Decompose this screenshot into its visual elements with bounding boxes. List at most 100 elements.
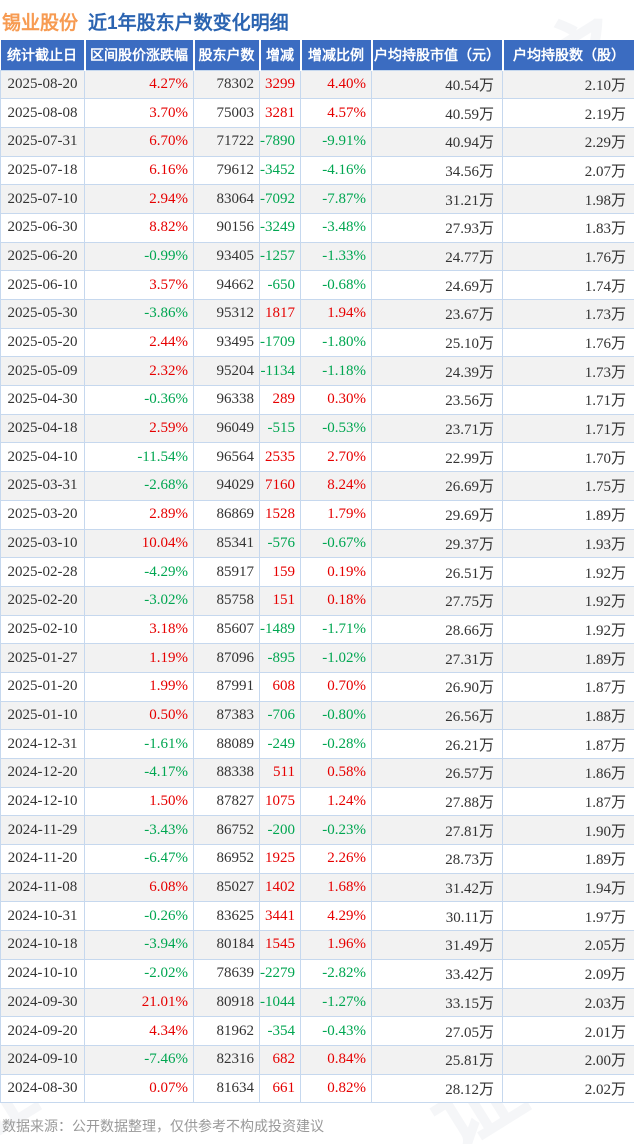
cell-delta: 608 bbox=[259, 671, 301, 702]
cell-date: 2025-08-08 bbox=[0, 98, 85, 128]
cell-price-change: 0.50% bbox=[84, 700, 194, 731]
cell-avg-shares: 1.92万 bbox=[502, 557, 634, 587]
cell-avg-market-value: 40.54万 bbox=[371, 69, 503, 100]
cell-price-change: 2.59% bbox=[84, 413, 194, 444]
cell-date: 2024-09-20 bbox=[0, 1016, 85, 1046]
cell-delta-pct: 0.19% bbox=[300, 557, 372, 587]
cell-delta-pct: -1.18% bbox=[300, 356, 372, 387]
cell-avg-shares: 1.87万 bbox=[502, 729, 634, 759]
cell-delta-pct: -1.71% bbox=[300, 614, 372, 645]
cell-price-change: -3.94% bbox=[84, 930, 194, 960]
table-row: 2025-04-30 -0.36% 96338 289 0.30% 23.56万… bbox=[0, 385, 634, 415]
cell-holders: 85917 bbox=[193, 557, 260, 587]
cell-date: 2025-05-20 bbox=[0, 327, 85, 358]
table-row: 2025-03-31 -2.68% 94029 7160 8.24% 26.69… bbox=[0, 471, 634, 501]
cell-holders: 78639 bbox=[193, 958, 260, 989]
cell-delta: 7160 bbox=[259, 471, 301, 501]
cell-delta-pct: 0.84% bbox=[300, 1044, 372, 1075]
cell-delta: -2279 bbox=[259, 958, 301, 989]
table-row: 2025-04-10 -11.54% 96564 2535 2.70% 22.9… bbox=[0, 442, 634, 473]
column-header-avg-market-value: 户均持股市值（元） bbox=[370, 40, 503, 70]
cell-price-change: -4.29% bbox=[84, 557, 194, 587]
cell-avg-market-value: 26.69万 bbox=[371, 471, 503, 501]
cell-price-change: 1.99% bbox=[84, 671, 194, 702]
column-header-date: 统计截止日 bbox=[0, 40, 85, 70]
cell-avg-shares: 1.87万 bbox=[502, 671, 634, 702]
cell-avg-shares: 2.01万 bbox=[502, 1016, 634, 1046]
cell-price-change: 3.57% bbox=[84, 270, 194, 300]
cell-price-change: -6.47% bbox=[84, 844, 194, 874]
cell-date: 2025-02-20 bbox=[0, 585, 85, 616]
cell-delta: 3281 bbox=[259, 98, 301, 128]
cell-holders: 90156 bbox=[193, 212, 260, 243]
cell-date: 2025-01-10 bbox=[0, 700, 85, 731]
cell-holders: 86752 bbox=[193, 815, 260, 846]
cell-date: 2025-02-28 bbox=[0, 557, 85, 587]
cell-delta-pct: 4.40% bbox=[300, 69, 372, 100]
cell-delta: 1817 bbox=[259, 299, 301, 329]
cell-delta-pct: -0.23% bbox=[300, 815, 372, 846]
cell-delta-pct: -1.02% bbox=[300, 643, 372, 673]
cell-delta-pct: 0.30% bbox=[300, 385, 372, 415]
cell-holders: 79612 bbox=[193, 155, 260, 186]
cell-avg-market-value: 29.37万 bbox=[371, 528, 503, 559]
table-row: 2025-08-08 3.70% 75003 3281 4.57% 40.59万… bbox=[0, 98, 634, 128]
cell-delta-pct: 0.82% bbox=[300, 1073, 372, 1104]
cell-price-change: -7.46% bbox=[84, 1044, 194, 1075]
cell-delta: -706 bbox=[259, 700, 301, 731]
source-note: 数据来源：公开数据整理，仅供参考不构成投资建议 bbox=[2, 1118, 324, 1135]
cell-delta: -1257 bbox=[259, 241, 301, 272]
cell-holders: 85341 bbox=[193, 528, 260, 559]
cell-date: 2025-04-18 bbox=[0, 413, 85, 444]
cell-delta: -3452 bbox=[259, 155, 301, 186]
cell-holders: 81634 bbox=[193, 1073, 260, 1104]
cell-date: 2024-11-29 bbox=[0, 815, 85, 846]
cell-delta-pct: 1.68% bbox=[300, 872, 372, 903]
cell-holders: 86952 bbox=[193, 844, 260, 874]
table-row: 2024-09-10 -7.46% 82316 682 0.84% 25.81万… bbox=[0, 1044, 634, 1075]
cell-avg-market-value: 40.94万 bbox=[371, 126, 503, 157]
cell-holders: 87991 bbox=[193, 671, 260, 702]
cell-avg-shares: 1.86万 bbox=[502, 758, 634, 788]
table-row: 2025-02-10 3.18% 85607 -1489 -1.71% 28.6… bbox=[0, 614, 634, 645]
cell-avg-market-value: 22.99万 bbox=[371, 442, 503, 473]
cell-delta: -1489 bbox=[259, 614, 301, 645]
table-row: 2025-05-09 2.32% 95204 -1134 -1.18% 24.3… bbox=[0, 356, 634, 387]
cell-price-change: -3.02% bbox=[84, 585, 194, 616]
cell-avg-market-value: 28.73万 bbox=[371, 844, 503, 874]
cell-delta-pct: -7.87% bbox=[300, 184, 372, 214]
cell-date: 2024-10-10 bbox=[0, 958, 85, 989]
cell-holders: 82316 bbox=[193, 1044, 260, 1075]
cell-date: 2024-12-20 bbox=[0, 758, 85, 788]
cell-holders: 95312 bbox=[193, 299, 260, 329]
cell-avg-shares: 1.88万 bbox=[502, 700, 634, 731]
cell-avg-market-value: 24.77万 bbox=[371, 241, 503, 272]
cell-avg-shares: 1.89万 bbox=[502, 643, 634, 673]
page-title: 锡业股份 近1年股东户数变化明细 bbox=[0, 0, 634, 40]
cell-price-change: 21.01% bbox=[84, 987, 194, 1018]
cell-avg-shares: 2.10万 bbox=[502, 69, 634, 100]
cell-delta-pct: 1.24% bbox=[300, 786, 372, 817]
cell-delta-pct: 2.26% bbox=[300, 844, 372, 874]
cell-date: 2024-12-31 bbox=[0, 729, 85, 759]
cell-avg-shares: 2.29万 bbox=[502, 126, 634, 157]
cell-avg-market-value: 26.21万 bbox=[371, 729, 503, 759]
cell-price-change: 3.18% bbox=[84, 614, 194, 645]
cell-delta: 151 bbox=[259, 585, 301, 616]
cell-avg-market-value: 25.10万 bbox=[371, 327, 503, 358]
table-row: 2025-03-10 10.04% 85341 -576 -0.67% 29.3… bbox=[0, 528, 634, 559]
cell-holders: 87383 bbox=[193, 700, 260, 731]
cell-avg-shares: 2.07万 bbox=[502, 155, 634, 186]
table-row: 2024-09-20 4.34% 81962 -354 -0.43% 27.05… bbox=[0, 1016, 634, 1046]
cell-price-change: 1.19% bbox=[84, 643, 194, 673]
cell-price-change: 6.70% bbox=[84, 126, 194, 157]
cell-delta-pct: -1.80% bbox=[300, 327, 372, 358]
cell-date: 2025-02-10 bbox=[0, 614, 85, 645]
cell-price-change: 4.34% bbox=[84, 1016, 194, 1046]
cell-avg-market-value: 30.11万 bbox=[371, 901, 503, 932]
cell-holders: 78302 bbox=[193, 69, 260, 100]
cell-holders: 93495 bbox=[193, 327, 260, 358]
cell-avg-shares: 2.02万 bbox=[502, 1073, 634, 1104]
cell-delta-pct: 1.94% bbox=[300, 299, 372, 329]
cell-avg-shares: 1.75万 bbox=[502, 471, 634, 501]
